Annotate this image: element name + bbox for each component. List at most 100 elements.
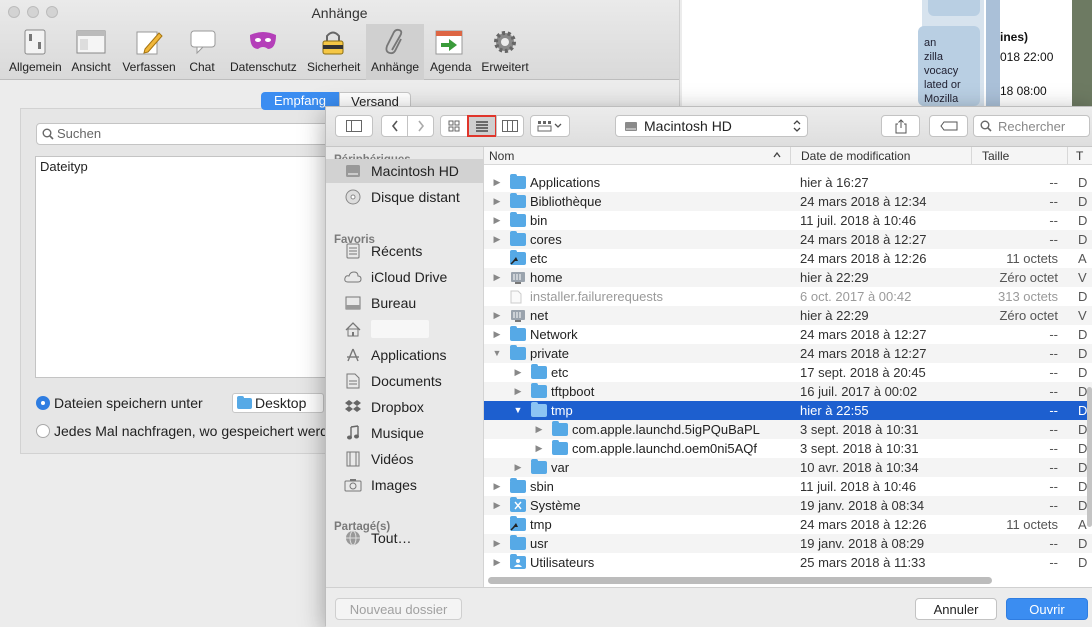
horizontal-scrollbar[interactable] [488, 577, 992, 584]
sidebar-item-label: Bureau [371, 295, 417, 311]
column-kind[interactable]: T [1067, 147, 1083, 165]
table-row[interactable]: ▶ net hier à 22:29 Zéro octet V [484, 306, 1092, 325]
toolbar-chat[interactable]: Chat [188, 28, 216, 74]
finder-search-input[interactable]: Rechercher [973, 115, 1090, 137]
radio-ask-each-time[interactable] [36, 424, 50, 438]
disclosure-triangle-closed[interactable]: ▶ [491, 306, 503, 325]
table-row[interactable]: ▶ Utilisateurs 25 mars 2018 à 11:33 -- D [484, 553, 1092, 572]
table-row[interactable]: ▶ sbin 11 juil. 2018 à 10:46 -- D [484, 477, 1092, 496]
table-row[interactable]: ▼ private 24 mars 2018 à 12:27 -- D [484, 344, 1092, 363]
disclosure-triangle-closed[interactable]: ▶ [491, 496, 503, 515]
column-name[interactable]: Nom [489, 149, 514, 163]
sidebar-item-label: Récents [371, 243, 423, 259]
tags-button[interactable] [929, 115, 968, 137]
table-row[interactable]: ▶ Network 24 mars 2018 à 12:27 -- D [484, 325, 1092, 344]
sidebar-item-icloud-drive[interactable]: iCloud Drive [326, 265, 484, 289]
disclosure-triangle-closed[interactable]: ▶ [491, 553, 503, 572]
location-popup[interactable]: Macintosh HD [615, 115, 808, 137]
disclosure-triangle-closed[interactable]: ▶ [491, 477, 503, 496]
table-row[interactable]: ▶ var 10 avr. 2018 à 10:34 -- D [484, 458, 1092, 477]
sidebar-item-r-cents[interactable]: Récents [326, 239, 484, 263]
disclosure-triangle-closed[interactable]: ▶ [533, 420, 545, 439]
table-row[interactable]: ▶ Applications hier à 16:27 -- D [484, 173, 1092, 192]
table-row[interactable]: ▼ tmp hier à 22:55 -- D [484, 401, 1092, 420]
sidebar-toggle-button[interactable] [335, 115, 373, 137]
table-row[interactable]: ▶ Système 19 janv. 2018 à 08:34 -- D [484, 496, 1092, 515]
disclosure-triangle-closed[interactable]: ▶ [491, 211, 503, 230]
back-button[interactable] [381, 115, 408, 137]
toolbar-allgemein[interactable]: Allgemein [9, 28, 62, 74]
table-row[interactable]: ▶ tftpboot 16 juil. 2017 à 00:02 -- D [484, 382, 1092, 401]
disclosure-triangle-closed[interactable]: ▶ [491, 230, 503, 249]
disclosure-triangle-closed[interactable]: ▶ [491, 325, 503, 344]
file-date: 10 avr. 2018 à 10:34 [800, 460, 919, 475]
table-row[interactable]: ▶ bin 11 juil. 2018 à 10:46 -- D [484, 211, 1092, 230]
file-size: Zéro octet [999, 270, 1058, 285]
hard-drive-icon [343, 162, 363, 180]
table-row[interactable]: ▶ etc 17 sept. 2018 à 20:45 -- D [484, 363, 1092, 382]
table-row[interactable]: ▶ Bibliothèque 24 mars 2018 à 12:34 -- D [484, 192, 1092, 211]
disclosure-triangle-open[interactable]: ▼ [512, 401, 524, 420]
group-icon [537, 121, 562, 132]
file-date: 24 mars 2018 à 12:27 [800, 232, 927, 247]
toolbar-anhnge[interactable]: Anhänge [371, 28, 419, 74]
toolbar-datenschutz[interactable]: Datenschutz [230, 28, 297, 74]
sidebar-item-macintosh-hd[interactable]: Macintosh HD [326, 159, 484, 183]
column-date[interactable]: Date de modification [790, 147, 910, 165]
sidebar-item-vid-os[interactable]: Vidéos [326, 447, 484, 471]
sidebar-item-documents[interactable]: Documents [326, 369, 484, 393]
share-button[interactable] [881, 115, 920, 137]
table-row[interactable]: ▶ cores 24 mars 2018 à 12:27 -- D [484, 230, 1092, 249]
table-row[interactable]: installer.failurerequests 6 oct. 2017 à 0… [484, 287, 1092, 306]
table-row[interactable]: ▶ com.apple.launchd.oem0ni5AQf 3 sept. 201… [484, 439, 1092, 458]
table-row[interactable]: etc 24 mars 2018 à 12:26 11 octets A [484, 249, 1092, 268]
open-button[interactable]: Ouvrir [1006, 598, 1088, 620]
disclosure-triangle-closed[interactable]: ▶ [533, 439, 545, 458]
save-location-popup[interactable]: Desktop [232, 393, 324, 413]
view-icons-button[interactable] [440, 115, 468, 137]
sidebar-item-images[interactable]: Images [326, 473, 484, 497]
sidebar-item-disque-distant[interactable]: Disque distant [326, 185, 484, 209]
table-row[interactable]: ▶ usr 19 janv. 2018 à 08:29 -- D [484, 534, 1092, 553]
sidebar-item-bureau[interactable]: Bureau [326, 291, 484, 315]
sidebar-item-dropbox[interactable]: Dropbox [326, 395, 484, 419]
group-popup-button[interactable] [530, 115, 570, 137]
forward-button[interactable] [407, 115, 434, 137]
toolbar-sicherheit[interactable]: Sicherheit [307, 28, 360, 74]
background-card-top [928, 0, 980, 16]
radio-save-location[interactable] [36, 396, 50, 410]
sidebar-item-applications[interactable]: Applications [326, 343, 484, 367]
chevron-left-icon [391, 120, 398, 132]
table-row[interactable]: ▶ com.apple.launchd.5igPQuBaPL 3 sept. 201… [484, 420, 1092, 439]
view-list-button[interactable] [467, 115, 497, 137]
sidebar-item-label: Musique [371, 425, 424, 441]
disclosure-triangle-closed[interactable]: ▶ [512, 382, 524, 401]
vertical-scrollbar[interactable] [1087, 387, 1092, 527]
file-type-list[interactable]: Dateityp [35, 156, 335, 378]
file-date: 25 mars 2018 à 11:33 [800, 555, 926, 570]
column-size[interactable]: Taille [971, 147, 1009, 165]
view-columns-button[interactable] [496, 115, 524, 137]
sidebar-item-tout[interactable]: Tout… [326, 526, 484, 550]
disclosure-triangle-closed[interactable]: ▶ [491, 173, 503, 192]
cancel-button[interactable]: Annuler [915, 598, 997, 620]
table-row[interactable]: ▶ home hier à 22:29 Zéro octet V [484, 268, 1092, 287]
table-row[interactable]: tmp 24 mars 2018 à 12:26 11 octets A [484, 515, 1092, 534]
disclosure-triangle-closed[interactable]: ▶ [512, 363, 524, 382]
toolbar-verfassen[interactable]: Verfassen [122, 28, 176, 74]
toolbar-ansicht[interactable]: Ansicht [70, 28, 112, 74]
toolbar-erweitert[interactable]: Erweitert [481, 28, 529, 74]
disclosure-triangle-closed[interactable]: ▶ [491, 268, 503, 287]
search-input[interactable]: Suchen [36, 123, 336, 145]
folder-icon [510, 326, 526, 341]
disclosure-triangle-closed[interactable]: ▶ [512, 458, 524, 477]
disclosure-triangle-closed[interactable]: ▶ [491, 534, 503, 553]
new-folder-button[interactable]: Nouveau dossier [335, 598, 462, 620]
disclosure-triangle-open[interactable]: ▼ [491, 344, 503, 363]
disclosure-triangle-closed[interactable]: ▶ [491, 192, 503, 211]
file-kind: D [1078, 327, 1088, 342]
sidebar-item-home[interactable] [326, 317, 484, 341]
sidebar-item-musique[interactable]: Musique [326, 421, 484, 445]
toolbar-agenda[interactable]: Agenda [430, 28, 471, 74]
file-date: hier à 22:55 [800, 403, 869, 418]
